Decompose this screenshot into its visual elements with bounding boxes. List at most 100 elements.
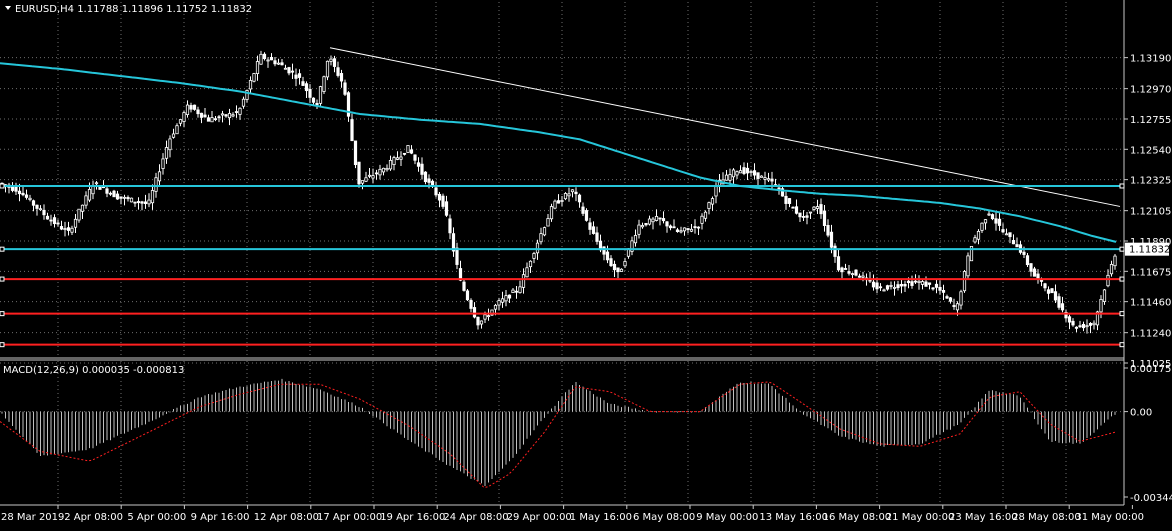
level-handle-left[interactable] <box>0 246 5 252</box>
candle-body <box>1011 240 1016 245</box>
candle-body <box>399 156 403 160</box>
candle-body <box>945 296 949 299</box>
candle-body <box>1022 251 1026 255</box>
candle-body <box>287 67 291 74</box>
candle-body <box>427 178 431 183</box>
candle-body <box>861 275 865 278</box>
level-handle-right[interactable] <box>1119 276 1125 282</box>
candle-body <box>644 222 648 226</box>
candle-body <box>801 216 806 218</box>
level-handle-right[interactable] <box>1119 183 1125 189</box>
candle-body <box>497 300 501 306</box>
candle-body <box>150 190 155 204</box>
x-tick-label: 29 Apr 00:00 <box>507 512 572 523</box>
candle-body <box>1071 320 1075 326</box>
candle-body <box>875 282 879 290</box>
candle-body <box>168 138 172 151</box>
candle-body <box>80 204 85 212</box>
candle-body <box>465 290 470 301</box>
candle-body <box>714 186 718 197</box>
candle-body <box>122 196 127 199</box>
candle-body <box>154 177 158 192</box>
candle-body <box>504 295 508 302</box>
candle-body <box>679 230 683 233</box>
candle-body <box>196 109 200 115</box>
candle-body <box>336 67 340 76</box>
candle-body <box>521 274 526 288</box>
candle-body <box>913 280 918 283</box>
candle-body <box>476 316 480 326</box>
candle-body <box>112 190 116 198</box>
candle-body <box>49 219 53 222</box>
candle-body <box>847 271 851 274</box>
candle-body <box>511 289 515 294</box>
candle-body <box>318 86 323 104</box>
chart-window[interactable]: 1.13190 1.12970 1.12755 1.12540 1.12325 1.121… <box>0 0 1172 527</box>
candle-body <box>815 206 820 209</box>
candle-body <box>1029 263 1033 272</box>
candle-body <box>514 290 519 293</box>
candle-body <box>826 225 830 236</box>
candle-body <box>108 192 113 195</box>
candle-body <box>157 171 162 182</box>
candle-body <box>1109 264 1114 275</box>
candle-body <box>794 206 799 214</box>
level-handle-left[interactable] <box>0 183 5 189</box>
level-handle-right[interactable] <box>1119 342 1125 348</box>
candle-body <box>560 200 564 202</box>
candle-body <box>602 246 606 255</box>
x-tick-label: 13 May 16:00 <box>759 512 828 523</box>
level-handle-left[interactable] <box>0 342 5 348</box>
candle-body <box>570 189 575 193</box>
x-tick-label: 9 May 00:00 <box>696 512 758 523</box>
candle-body <box>829 231 834 248</box>
level-handle-left[interactable] <box>0 276 5 282</box>
candle-body <box>469 299 473 309</box>
candle-body <box>948 297 953 302</box>
candle-body <box>129 197 134 203</box>
candle-body <box>549 206 554 220</box>
candle-body <box>115 193 120 200</box>
candle-body <box>882 289 886 292</box>
candle-body <box>546 218 550 227</box>
candle-body <box>822 210 827 226</box>
candle-body <box>500 298 505 303</box>
candle-body <box>987 213 991 216</box>
candle-body <box>140 201 144 204</box>
candle-body <box>955 303 960 311</box>
candle-body <box>308 88 312 98</box>
candle-body <box>640 225 645 228</box>
level-handle-left[interactable] <box>0 311 5 317</box>
candle-body <box>63 228 67 230</box>
candle-body <box>574 191 578 195</box>
candle-body <box>735 171 739 176</box>
candle-body <box>21 192 25 196</box>
candle-body <box>833 245 837 257</box>
candle-body <box>931 287 935 290</box>
level-handle-right[interactable] <box>1119 246 1125 252</box>
candle-body <box>994 218 998 224</box>
candle-body <box>535 242 540 254</box>
candle-body <box>1046 289 1051 294</box>
x-tick-label: 16 May 08:00 <box>823 512 892 523</box>
candle-body <box>623 261 627 267</box>
candle-body <box>175 125 179 135</box>
x-tick-label: 12 Apr 08:00 <box>254 512 319 523</box>
candle-body <box>973 237 977 243</box>
level-handle-right[interactable] <box>1119 311 1125 317</box>
x-tick-label: 5 Apr 00:00 <box>127 512 186 523</box>
x-tick-label: 2 Apr 08:00 <box>64 512 123 523</box>
candle-body <box>455 247 459 265</box>
y-tick-label: 1.11240 <box>1130 329 1171 340</box>
candle-body <box>927 282 932 285</box>
candle-body <box>577 194 582 203</box>
candle-body <box>770 178 774 182</box>
candle-body <box>1088 323 1093 326</box>
candle-body <box>77 208 81 221</box>
candle-body <box>1081 323 1086 329</box>
candle-body <box>892 286 897 289</box>
candle-body <box>885 285 890 290</box>
x-tick-label: 24 Apr 08:00 <box>443 512 508 523</box>
candle-body <box>364 177 368 182</box>
candle-body <box>1025 255 1030 266</box>
